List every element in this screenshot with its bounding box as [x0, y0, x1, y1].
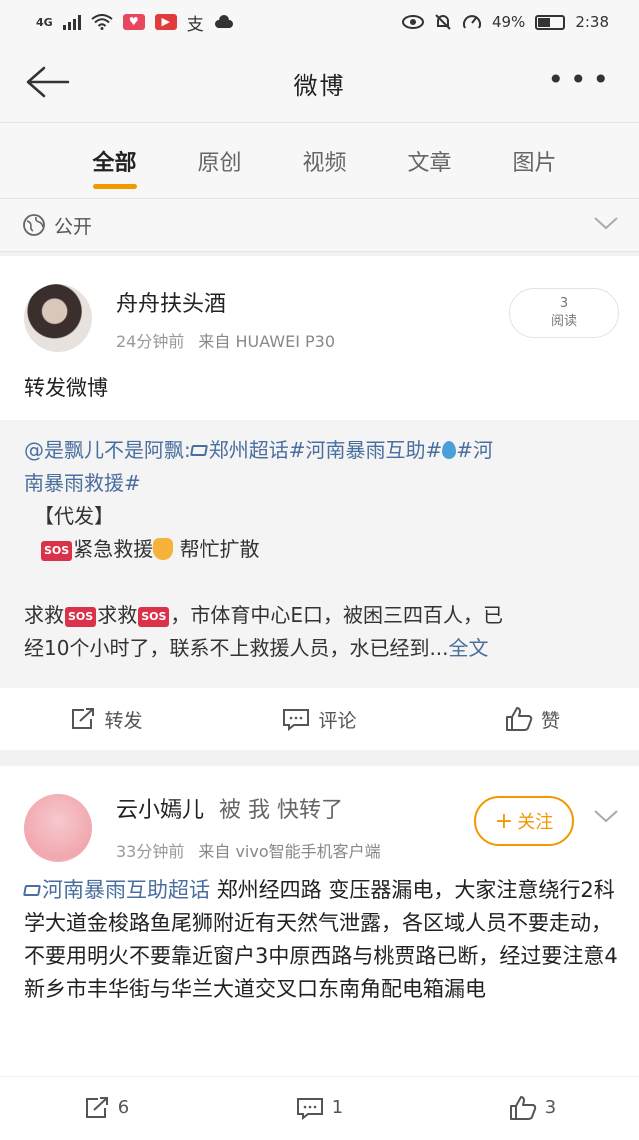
post-source: 来自 HUAWEI P30: [198, 332, 336, 351]
comment-label: 评论: [318, 709, 357, 732]
water-drop-icon: [442, 441, 457, 459]
repost-icon: [85, 1096, 108, 1118]
diamond-topic-icon: [23, 885, 41, 896]
more-icon[interactable]: •••: [547, 66, 615, 94]
alipay-icon: 支: [186, 14, 204, 35]
comment-button[interactable]: 评论: [213, 706, 426, 733]
repost-button[interactable]: 6: [0, 1096, 213, 1120]
username[interactable]: 舟舟扶头酒: [116, 286, 226, 318]
repost-button[interactable]: 转发: [0, 706, 213, 733]
read-label: 阅读: [550, 314, 577, 329]
mention-link[interactable]: @是飘儿不是阿飘: [24, 438, 184, 462]
comment-icon: [296, 1097, 323, 1120]
hashtag-link-cont[interactable]: 南暴雨救援#: [24, 471, 141, 495]
tab-image[interactable]: 图片: [482, 123, 587, 199]
visibility-selector[interactable]: 公开: [0, 198, 639, 252]
post-text: 转发微博: [24, 376, 108, 400]
page-title: 微博: [293, 71, 346, 100]
sos-icon: SOS: [138, 607, 170, 627]
post-actions: 转发 评论 赞: [0, 688, 639, 750]
avatar[interactable]: [24, 284, 92, 352]
post-time: 24分钟前: [116, 332, 185, 351]
hand-down-icon: [153, 538, 174, 560]
repost-label: 转发: [104, 709, 143, 732]
quoted-post[interactable]: @是飘儿不是阿飘: 郑州超话#河南暴雨互助# #河 南暴雨救援# 【代发】 SOS 紧…: [0, 420, 639, 688]
plus-icon: +: [494, 808, 514, 834]
clock: 2:38: [575, 13, 609, 31]
back-arrow-icon[interactable]: [22, 62, 72, 102]
data-saver-icon: [462, 15, 481, 29]
post-card: 舟舟扶头酒 24分钟前 来自 HUAWEI P30 3 阅读 转发微博 @是飘儿不…: [0, 256, 639, 750]
like-button[interactable]: 赞: [426, 706, 639, 733]
super-topic-link[interactable]: 郑州超话: [209, 438, 289, 462]
like-button[interactable]: 3: [426, 1095, 639, 1121]
hashtag-link[interactable]: #河: [456, 438, 493, 462]
sos-icon: SOS: [65, 607, 97, 627]
follow-label: 关注: [517, 812, 554, 833]
like-count: 3: [544, 1097, 557, 1118]
quoted-body: 求救 SOS 求救 SOS ，市体育中心E口，被困三四百人，已 经10个小时了，联系不上…: [24, 603, 504, 660]
help-line: SOS 紧急救援 帮忙扩散: [24, 533, 615, 566]
repost-count: 6: [117, 1097, 130, 1118]
full-text-link[interactable]: 全文: [449, 636, 489, 660]
hashtag-link[interactable]: #河南暴雨互助#: [289, 438, 443, 462]
like-icon: [509, 1095, 537, 1120]
repost-icon: [72, 708, 95, 729]
like-label: 赞: [540, 709, 560, 732]
tab-video[interactable]: 视频: [272, 123, 377, 199]
video-notification-icon: ▶: [154, 14, 177, 30]
post-time: 33分钟前: [116, 842, 185, 861]
comment-button[interactable]: 1: [213, 1096, 426, 1120]
signal-icon: [62, 14, 81, 30]
avatar[interactable]: [24, 794, 92, 862]
like-icon: [505, 707, 533, 731]
post-meta: 24分钟前 来自 HUAWEI P30: [116, 328, 335, 352]
tab-article[interactable]: 文章: [377, 123, 482, 199]
comment-count: 1: [331, 1097, 344, 1118]
post-source: 来自 vivo智能手机客户端: [198, 842, 381, 861]
diamond-topic-icon: [189, 445, 208, 456]
post-card: 云小嫣儿 被 我 快转了 33分钟前 来自 vivo智能手机客户端 + 关注 河南…: [0, 766, 639, 1140]
battery-percent: 49%: [491, 13, 526, 31]
eye-icon: [401, 15, 424, 29]
username[interactable]: 云小嫣儿: [116, 798, 204, 823]
wifi-icon: [91, 14, 113, 30]
read-count-button[interactable]: 3 阅读: [509, 288, 619, 338]
post-actions: 6 1 3: [0, 1076, 639, 1138]
network-label: 4G: [36, 15, 53, 29]
tab-original[interactable]: 原创: [167, 123, 272, 199]
globe-icon: [23, 214, 45, 236]
read-count: 3: [559, 296, 569, 311]
tab-bar: 全部 原创 视频 文章 图片: [0, 122, 639, 198]
fast-repost-note: 被 我 快转了: [219, 798, 344, 823]
nav-bar: 微博 •••: [0, 44, 639, 122]
comment-icon: [283, 709, 310, 731]
post-meta: 33分钟前 来自 vivo智能手机客户端: [116, 838, 381, 862]
quoted-header: @是飘儿不是阿飘: 郑州超话#河南暴雨互助# #河 南暴雨救援#: [24, 438, 494, 495]
app-notification-icon: ♥: [122, 14, 145, 30]
cloud-icon: [214, 15, 233, 28]
post-header: 云小嫣儿 被 我 快转了: [116, 792, 343, 824]
status-bar: 4G ♥ ▶ 支 49% 2:38: [0, 0, 639, 44]
visibility-label: 公开: [54, 215, 93, 238]
battery-icon: [535, 14, 566, 30]
follow-button[interactable]: + 关注: [474, 796, 574, 846]
post-body: 河南暴雨互助超话 郑州经四路 变压器漏电，大家注意绕行2科学大道金梭路鱼尾狮附近…: [23, 874, 619, 1006]
tab-all[interactable]: 全部: [62, 123, 167, 199]
chevron-down-icon[interactable]: [593, 808, 619, 824]
chevron-down-icon[interactable]: [593, 215, 619, 231]
sos-icon: SOS: [41, 541, 73, 561]
mute-icon: [435, 14, 451, 30]
super-topic-link[interactable]: 河南暴雨互助超话: [42, 878, 210, 902]
bracket-line: 【代发】: [34, 504, 114, 528]
